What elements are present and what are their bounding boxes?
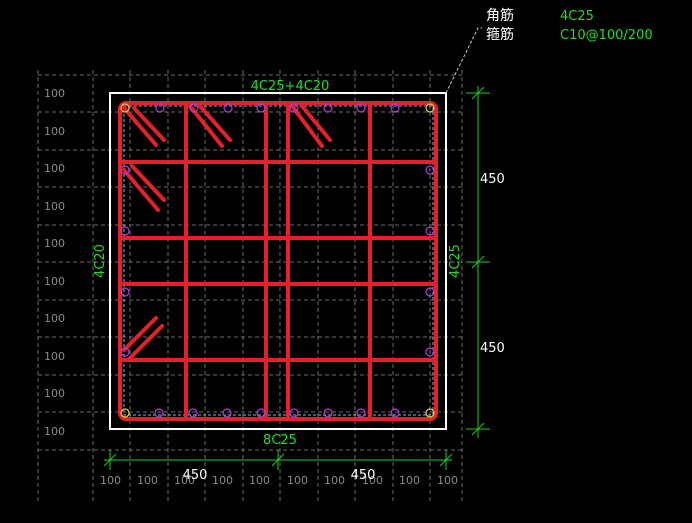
corner-rebar [120,408,130,418]
rebar [323,103,333,113]
grid-label: 100 [437,474,458,487]
rebar [154,408,164,418]
rebar [120,287,130,297]
section-outline [109,92,447,430]
column-section-drawing: 100 100 100 100 100 100 100 100 100 100 … [37,7,653,502]
rebar [223,103,233,113]
grid-label: 100 [324,474,345,487]
grid-label: 100 [44,350,65,363]
grid-label: 100 [44,125,65,138]
stirrup-label: 箍筋 [486,26,514,43]
rebar [120,226,130,236]
rebar [390,408,400,418]
right-dim-top: 450 [480,172,505,187]
rebar [222,408,232,418]
grid-label: 100 [100,474,121,487]
grid-labels-bottom: 100 100 100 100 100 100 100 100 100 100 [100,474,458,487]
grid-label: 100 [44,200,65,213]
left-bars-label: 4C20 [93,244,108,278]
grid-label: 100 [137,474,158,487]
top-bars-label: 4C25+4C20 [251,79,330,94]
grid-label: 100 [44,237,65,250]
grid-label: 100 [287,474,308,487]
grid-label: 100 [399,474,420,487]
grid-label: 100 [44,162,65,175]
bottom-bars-label: 8C25 [263,433,297,448]
rebar [356,408,366,418]
bottom-dimension [103,450,453,470]
grid-label: 100 [249,474,270,487]
grid-label: 100 [212,474,233,487]
grid-label: 100 [44,312,65,325]
right-dim-bottom: 450 [480,341,505,356]
rebar [256,103,266,113]
corner-bar-label: 角筋 [486,7,514,24]
rebar [256,408,266,418]
right-bars-label: 4C25 [448,244,463,278]
grid-label: 100 [44,387,65,400]
grid-label: 100 [44,425,65,438]
rebar [356,103,366,113]
bottom-dim-right: 450 [351,468,376,483]
rebar [390,103,400,113]
rebar [323,408,333,418]
bottom-dim-left: 450 [183,468,208,483]
grid-label: 100 [44,275,65,288]
corner-bar-value: 4C25 [560,9,594,24]
rebar [155,103,165,113]
rebar [188,408,198,418]
cover-line [123,105,434,416]
rebar [289,408,299,418]
leader-line [445,27,482,94]
right-dimension [466,86,490,438]
grid-label: 100 [44,87,65,100]
stirrup-value: C10@100/200 [560,28,653,43]
